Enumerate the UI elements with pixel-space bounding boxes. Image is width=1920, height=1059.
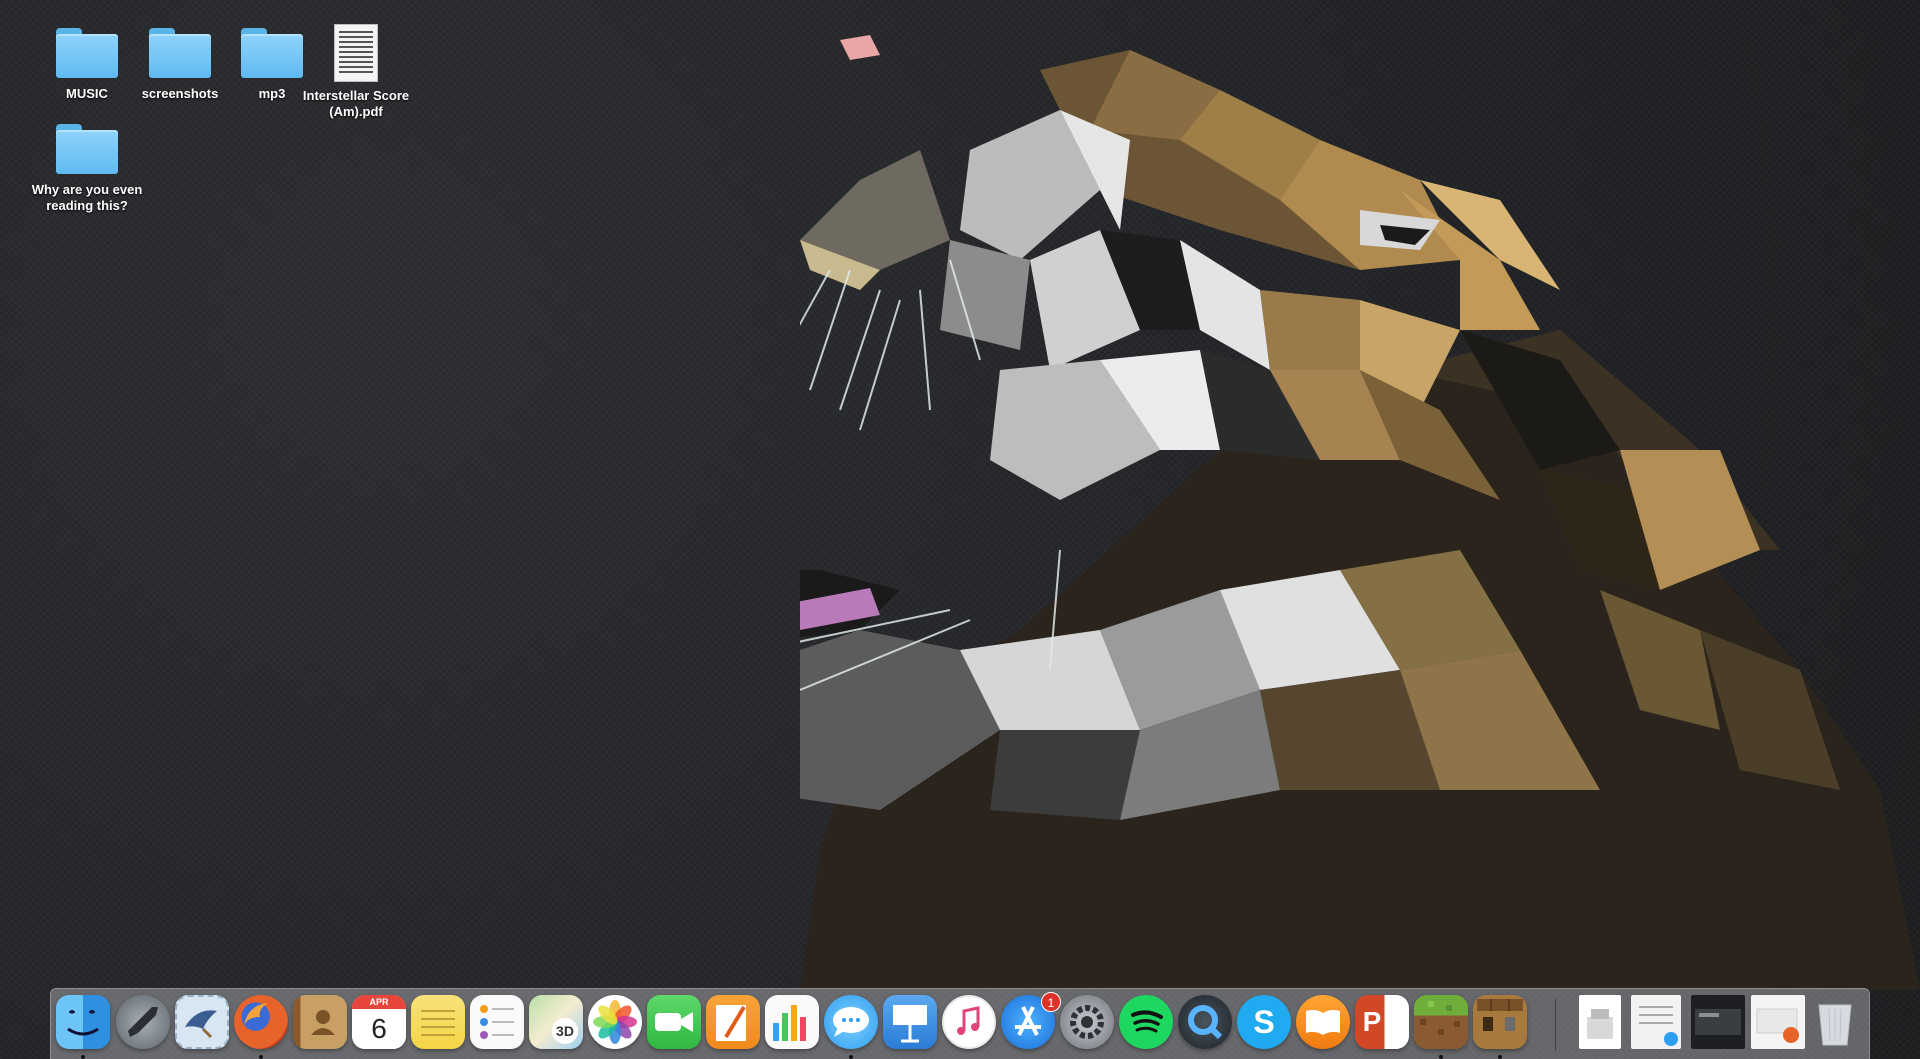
dock-system-preferences[interactable] (1060, 995, 1114, 1049)
desktop[interactable]: MUSIC screenshots mp3 Interstellar Score… (0, 0, 1920, 1059)
crafting-table-icon (1477, 999, 1523, 1031)
running-indicator (1439, 1055, 1443, 1059)
contacts-book-icon (311, 1010, 335, 1035)
dock-firefox[interactable] (234, 995, 288, 1049)
skype-icon: S (1253, 1003, 1275, 1040)
dock-minecraft[interactable] (1414, 995, 1468, 1049)
folder-icon (241, 28, 303, 78)
app-store-badge: 1 (1041, 992, 1061, 1012)
dock-maps[interactable]: 3D (529, 995, 583, 1049)
folder-icon (56, 28, 118, 78)
running-indicator (849, 1055, 853, 1059)
notes-icon (421, 1010, 455, 1036)
running-indicator (81, 1055, 85, 1059)
dock-messages[interactable] (824, 995, 878, 1049)
dock-spotify[interactable] (1119, 995, 1173, 1049)
mail-stamp-icon (185, 1010, 217, 1039)
reminders-icon (480, 1005, 514, 1039)
document-stack-icon (1587, 1009, 1613, 1039)
dock-keynote[interactable] (883, 995, 937, 1049)
folder-icon (149, 28, 211, 78)
dock-facetime[interactable] (647, 995, 701, 1049)
dock-numbers[interactable] (765, 995, 819, 1049)
pages-icon (716, 1005, 746, 1041)
dock-contacts[interactable] (293, 995, 347, 1049)
itunes-note-icon (957, 1006, 980, 1035)
dock-launchpad[interactable] (116, 995, 170, 1049)
trash-icon (1818, 1004, 1852, 1046)
facetime-icon (655, 1012, 693, 1032)
quicktime-icon (1188, 1005, 1223, 1040)
messages-bubble-icon (833, 1007, 869, 1037)
calendar-month: APR (352, 995, 406, 1009)
dock: APR 6 3D 1 S P (50, 988, 1870, 1059)
dock-stack-downloads[interactable] (1751, 995, 1805, 1049)
keynote-podium-icon (893, 1005, 927, 1043)
dock-stack-screen-window[interactable] (1691, 995, 1745, 1049)
numbers-chart-icon (773, 1005, 806, 1041)
finder-icon (67, 1010, 99, 1036)
desktop-folder-why-are-you-even-reading-this[interactable]: Why are you even reading this? (27, 124, 147, 214)
dock-minecraft-crafting[interactable] (1473, 995, 1527, 1049)
running-indicator (1498, 1055, 1502, 1059)
ibooks-icon (1306, 1009, 1340, 1035)
tiger-wallpaper-art (800, 35, 1920, 990)
dock-ibooks[interactable] (1296, 995, 1350, 1049)
maps-3d-label: 3D (552, 1018, 578, 1044)
dock-reminders[interactable] (470, 995, 524, 1049)
dock-separator (1555, 999, 1556, 1051)
dock-calendar[interactable]: APR 6 (352, 995, 406, 1049)
dock-photos[interactable] (588, 995, 642, 1049)
desktop-icon-label: Why are you even reading this? (31, 182, 143, 213)
dock-itunes[interactable] (942, 995, 996, 1049)
firefox-icon (244, 1003, 268, 1025)
dock-quicktime[interactable] (1178, 995, 1232, 1049)
dock-notes[interactable] (411, 995, 465, 1049)
calendar-day: 6 (352, 1009, 406, 1049)
folder-icon (56, 124, 118, 174)
downloads-stack-icon (1756, 1008, 1799, 1043)
running-indicator (259, 1055, 263, 1059)
window-thumbnail-icon (1695, 1009, 1741, 1035)
gear-icon (1070, 1005, 1104, 1039)
dock-pages[interactable] (706, 995, 760, 1049)
dock-stack-screenshot-file[interactable] (1631, 995, 1681, 1049)
pdf-document-icon (334, 24, 378, 82)
spotify-icon (1131, 1010, 1163, 1033)
dock-skype[interactable]: S (1237, 995, 1291, 1049)
rocket-icon (128, 1007, 158, 1037)
dock-finder[interactable] (56, 995, 110, 1049)
file-preview-icon (1639, 1006, 1678, 1046)
dock-mail[interactable] (175, 995, 229, 1049)
powerpoint-icon: P (1362, 1006, 1382, 1037)
dock-powerpoint[interactable]: P (1355, 995, 1409, 1049)
photos-icon (593, 1000, 637, 1044)
desktop-icon-label: Interstellar Score (Am).pdf (302, 88, 410, 119)
desktop-file-interstellar-pdf[interactable]: Interstellar Score (Am).pdf (296, 24, 416, 120)
dock-stack-document[interactable] (1579, 995, 1621, 1049)
grass-block-icon (1420, 1001, 1460, 1035)
dock-trash[interactable] (1813, 995, 1857, 1049)
